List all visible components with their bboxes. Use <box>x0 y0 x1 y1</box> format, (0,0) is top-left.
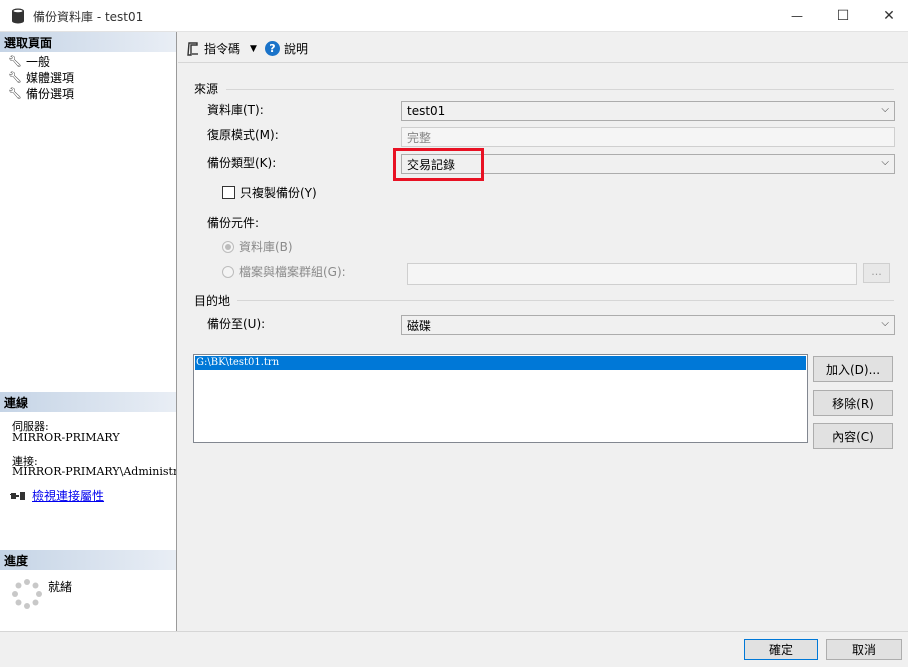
files-filegroups-input[interactable] <box>407 263 857 285</box>
chevron-down-icon: ⌵ <box>881 318 889 329</box>
title-bar: 備份資料庫 - test01 — ☐ ✕ <box>0 0 908 32</box>
help-button[interactable]: ? 說明 <box>265 40 308 57</box>
database-select[interactable]: test01 ⌵ <box>401 101 895 121</box>
backup-to-value: 磁碟 <box>407 318 432 333</box>
recovery-model-label: 復原模式(M): <box>207 128 279 142</box>
nav-item-media-options[interactable]: 🔧︎ 媒體選項 <box>8 69 74 85</box>
chevron-down-icon: ⌵ <box>881 104 889 115</box>
component-files-radio-row[interactable]: 檔案與檔案群組(G): <box>222 263 346 280</box>
nav-item-general[interactable]: 🔧︎ 一般 <box>8 53 50 69</box>
list-item[interactable]: G:\BK\test01.trn <box>195 356 806 370</box>
script-icon <box>187 41 198 56</box>
select-page-header: 選取頁面 <box>0 32 176 52</box>
toolbar-separator <box>178 62 908 63</box>
database-label: 資料庫(T): <box>207 103 264 117</box>
window-title: 備份資料庫 - test01 <box>33 10 144 24</box>
close-button[interactable]: ✕ <box>866 0 908 32</box>
view-connection-link-row[interactable]: 檢視連接屬性 <box>10 487 104 504</box>
component-database-radio[interactable] <box>222 240 234 253</box>
copy-only-checkbox[interactable] <box>222 186 235 199</box>
left-panel: 選取頁面 🔧︎ 一般 🔧︎ 媒體選項 🔧︎ 備份選項 連線 伺服器: MIRRO… <box>0 32 177 632</box>
wrench-icon: 🔧︎ <box>8 86 22 100</box>
nav-item-label: 媒體選項 <box>26 70 75 85</box>
spinner-icon <box>12 579 42 609</box>
minimize-icon: — <box>791 9 803 23</box>
connection-header: 連線 <box>0 392 176 412</box>
component-database-label: 資料庫(B) <box>239 240 293 254</box>
backup-to-label: 備份至(U): <box>207 317 266 331</box>
destination-group-label: 目的地 <box>194 294 231 308</box>
copy-only-label: 只複製備份(Y) <box>240 186 317 200</box>
browse-button[interactable]: ... <box>863 263 890 283</box>
minimize-button[interactable]: — <box>774 0 820 32</box>
database-icon <box>12 8 24 24</box>
server-value: MIRROR-PRIMARY <box>12 431 120 444</box>
backup-to-select[interactable]: 磁碟 ⌵ <box>401 315 895 335</box>
wrench-icon: 🔧︎ <box>8 54 22 68</box>
destination-group-line <box>237 300 894 301</box>
remove-button[interactable]: 移除(R) <box>813 390 893 416</box>
view-connection-properties-link[interactable]: 檢視連接屬性 <box>32 487 104 504</box>
chevron-down-icon: ⌵ <box>881 157 889 168</box>
nav-item-label: 一般 <box>26 54 51 69</box>
contents-button[interactable]: 內容(C) <box>813 423 893 449</box>
component-files-label: 檔案與檔案群組(G): <box>239 265 346 279</box>
maximize-button[interactable]: ☐ <box>820 0 866 32</box>
maximize-icon: ☐ <box>836 8 850 24</box>
backup-component-label: 備份元件: <box>207 216 260 230</box>
nav-item-label: 備份選項 <box>26 86 75 101</box>
component-files-radio[interactable] <box>222 265 234 278</box>
copy-only-checkbox-row[interactable]: 只複製備份(Y) <box>222 184 317 201</box>
dropdown-arrow-icon: ▼ <box>250 43 257 54</box>
database-value: test01 <box>407 104 446 118</box>
cancel-button[interactable]: 取消 <box>826 639 902 660</box>
ok-button[interactable]: 確定 <box>744 639 818 660</box>
connection-value: MIRROR-PRIMARY\Administrato <box>12 465 176 478</box>
wrench-icon: 🔧︎ <box>8 70 22 84</box>
close-icon: ✕ <box>883 8 895 24</box>
script-label: 指令碼 <box>204 42 241 56</box>
progress-status: 就緒 <box>48 580 73 594</box>
source-group-line <box>226 89 894 90</box>
progress-header: 進度 <box>0 550 176 570</box>
destination-list[interactable]: G:\BK\test01.trn <box>193 354 808 443</box>
nav-item-backup-options[interactable]: 🔧︎ 備份選項 <box>8 85 74 101</box>
component-database-radio-row[interactable]: 資料庫(B) <box>222 238 293 255</box>
script-button[interactable]: 指令碼 ▼ <box>186 40 257 57</box>
add-button[interactable]: 加入(D)... <box>813 356 893 382</box>
source-group-label: 來源 <box>194 82 219 96</box>
help-label: 說明 <box>284 42 309 56</box>
highlight-box <box>393 148 484 181</box>
recovery-model-field: 完整 <box>401 127 895 147</box>
plug-icon <box>10 491 25 500</box>
help-icon: ? <box>265 41 280 56</box>
backup-type-label: 備份類型(K): <box>207 156 277 170</box>
